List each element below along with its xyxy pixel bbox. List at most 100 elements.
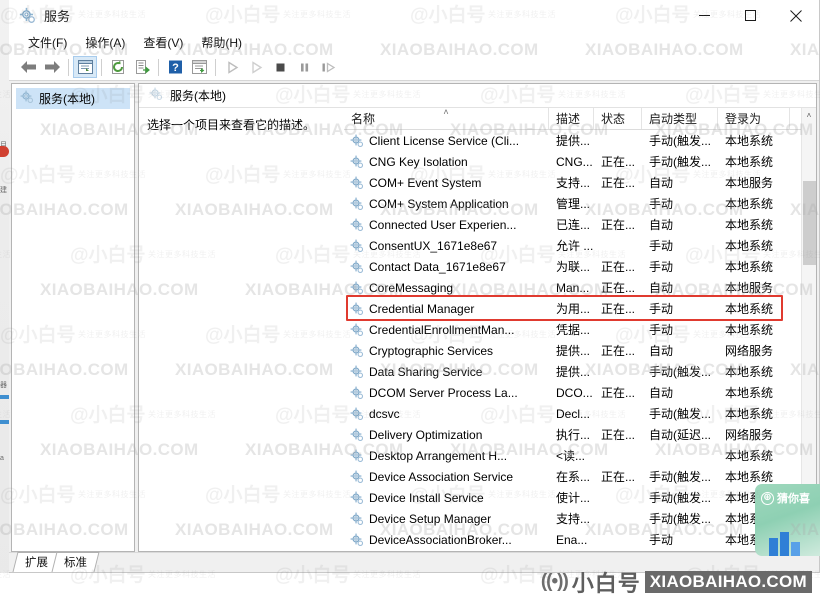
cell-status: 正在... [601,302,636,316]
table-row[interactable]: Device Setup Manager 支持... 手动(触发... 本地系统 [344,508,801,529]
service-gear-icon [350,449,364,463]
service-name-text: DeviceAssociationBroker... [369,532,512,547]
service-gear-icon [350,176,364,190]
menu-action[interactable]: 操作(A) [76,32,134,53]
desktop-icon-fragment: 器 [0,382,7,389]
cell-startup-type: 手动 [649,323,674,337]
cell-status: 正在... [601,470,636,484]
service-gear-icon [350,344,364,358]
sort-ascending-icon: ˄ [443,108,449,117]
cell-startup-type: 手动(触发... [649,134,711,148]
cell-description: Decl... [556,406,591,421]
close-button[interactable] [773,0,819,31]
sidebar-item-services-local[interactable]: 服务(本地) [16,88,130,109]
cell-log-on-as: 本地系统 [725,197,774,211]
plus-icon: ⊕ [761,491,774,505]
cell-name: CredentialEnrollmentMan... [344,323,549,337]
result-pane-title: 服务(本地) [170,89,226,103]
minimize-button[interactable] [681,0,727,31]
help-icon[interactable]: ? [163,56,187,78]
toolbar-separator [158,58,159,76]
cell-log-on-as: 本地系统 [725,407,774,421]
cell-name: Delivery Optimization [344,428,549,442]
service-name-text: CredentialEnrollmentMan... [369,322,515,337]
service-name-text: COM+ System Application [369,196,509,211]
service-gear-icon [350,239,364,253]
table-row[interactable]: ConsentUX_1671e8e67 允许 ... 手动 本地系统 [344,235,801,256]
table-row[interactable]: CNG Key Isolation CNG... 正在... 手动(触发... 本地系统 [344,151,801,172]
cell-status: 正在... [601,155,636,169]
cell-startup-type: 自动(延迟... [649,428,711,442]
table-row[interactable]: Connected User Experien... 已连... 正在... 自动 本地… [344,214,801,235]
cell-name: DeviceAssociationBroker... [344,533,549,547]
table-row[interactable]: Credential Manager 为用... 正在... 手动 本地系统 [344,298,801,319]
menu-file[interactable]: 文件(F) [19,32,76,53]
table-row[interactable]: CoreMessaging Man... 正在... 自动 本地服务 [344,277,801,298]
column-log-on-as[interactable]: 登录为 [718,108,790,129]
table-row[interactable]: COM+ System Application 管理... 手动 本地系统 [344,193,801,214]
title-bar: 服务 [9,0,819,31]
cell-name: Cryptographic Services [344,344,549,358]
table-row[interactable]: Cryptographic Services 提供... 正在... 自动 网络服务 [344,340,801,361]
cell-status: 正在... [601,386,636,400]
table-row[interactable]: CredentialEnrollmentMan... 凭据... 手动 本地系统 [344,319,801,340]
service-name-text: Credential Manager [369,301,475,316]
cell-status: 正在... [601,344,636,358]
cell-status: 正在... [601,176,636,190]
menu-help[interactable]: 帮助(H) [192,32,251,53]
table-row[interactable]: Contact Data_1671e8e67 为联... 正在... 手动 本地系统 [344,256,801,277]
scrollbar-thumb[interactable] [803,180,816,265]
scroll-up-arrow[interactable]: ˄ [802,108,817,123]
service-name-text: dcsvc [369,406,400,421]
column-description[interactable]: 描述 [549,108,594,129]
table-row[interactable]: Desktop Arrangement H... <读... 本地系统 [344,445,801,466]
cell-description: DCO... [556,385,593,400]
service-gear-icon [350,155,364,169]
cell-startup-type: 手动 [649,239,674,253]
properties-icon[interactable] [187,56,211,78]
refresh-icon[interactable] [106,56,130,78]
tab-standard[interactable]: 标准 [51,552,100,572]
cell-status: 正在... [601,260,636,274]
column-name[interactable]: 名称 ˄ [344,108,549,129]
table-row[interactable]: Delivery Optimization 执行... 正在... 自动(延迟... 网… [344,424,801,445]
cell-description: Ena... [556,532,588,547]
desktop-red-dot-fragment [0,146,9,157]
service-name-text: Desktop Arrangement H... [369,448,508,463]
table-row[interactable]: dcsvc Decl... 手动(触发... 本地系统 [344,403,801,424]
cell-description: 允许 ... [556,239,594,253]
service-name-text: Device Association Service [369,469,514,484]
service-gear-icon [350,134,364,148]
back-icon[interactable] [16,56,40,78]
toolbar-separator [215,58,216,76]
table-row[interactable]: Device Association Service 在系... 正在... 手动(触… [344,466,801,487]
table-row[interactable]: Device Install Service 使计... 手动(触发... 本地系统 [344,487,801,508]
forward-icon[interactable] [40,56,64,78]
table-row[interactable]: COM+ Event System 支持... 正在... 自动 本地服务 [344,172,801,193]
maximize-button[interactable] [727,0,773,31]
pause-service-icon [292,56,316,78]
cell-startup-type: 手动(触发... [649,512,711,526]
column-startup-type[interactable]: 启动类型 [642,108,718,129]
cell-description: 提供... [556,365,591,379]
export-list-icon[interactable] [130,56,154,78]
service-gear-icon [350,512,364,526]
cell-startup-type: 手动 [649,197,674,211]
menu-view[interactable]: 查看(V) [134,32,192,53]
service-gear-icon [350,533,364,547]
table-row[interactable]: Data Sharing Service 提供... 手动(触发... 本地系统 [344,361,801,382]
table-row[interactable]: DeviceAssociationBroker... Ena... 手动 本地系统 [344,529,801,550]
cell-startup-type: 手动 [649,302,674,316]
cell-description: <读... [556,449,586,463]
table-row[interactable]: DCOM Server Process La... DCO... 正在... 自动 本地… [344,382,801,403]
service-name-text: COM+ Event System [369,175,482,190]
table-row[interactable]: Client License Service (Cli... 提供... 手动(触发… [344,130,801,151]
cell-log-on-as: 本地系统 [725,470,774,484]
cell-startup-type: 手动(触发... [649,470,711,484]
cell-startup-type: 手动 [649,260,674,274]
ad-popup[interactable]: ⊕ 猜你喜 [755,484,820,556]
show-tree-pane-icon[interactable] [73,56,97,78]
cell-startup-type: 自动 [649,176,674,190]
column-status[interactable]: 状态 [594,108,642,129]
desktop-background-strip: 目建器a [0,0,9,600]
